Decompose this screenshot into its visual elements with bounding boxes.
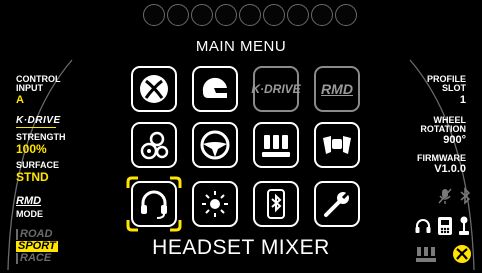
menu-tile-bluetooth[interactable] <box>253 181 299 227</box>
bluetooth-icon <box>267 189 285 219</box>
xbox-icon <box>140 75 168 103</box>
pedals-icon <box>262 135 290 157</box>
kdrive-logo: K·DRIVE <box>16 115 61 126</box>
kdrive-underline <box>16 127 56 128</box>
profile-slot-value: 1 <box>459 94 466 106</box>
menu-tile-steering[interactable] <box>192 122 238 168</box>
control-input-value: A <box>16 94 24 106</box>
menu-tile-xbox[interactable] <box>131 66 177 112</box>
wheel-rotation-label: WHEEL ROTATION <box>420 115 466 134</box>
firmware-label: FIRMWARE <box>417 153 466 163</box>
bluetooth-status-icon <box>460 187 471 205</box>
wheel-rotation-value: 900° <box>443 134 466 146</box>
menu-tile-pedals[interactable] <box>253 122 299 168</box>
strength-value: 100% <box>16 142 47 156</box>
helmet-icon <box>202 77 227 98</box>
headset-icon <box>141 190 167 219</box>
menu-tile-settings[interactable] <box>314 181 360 227</box>
steering-wheel-icon <box>200 130 230 160</box>
rmd-tile-label: RMD <box>321 81 353 97</box>
menu-tile-helmet[interactable] <box>192 66 238 112</box>
menu-tile-headset-selected[interactable] <box>131 181 177 227</box>
menu-tile-rmd[interactable]: RMD <box>314 66 360 112</box>
paddles-icon <box>323 136 351 154</box>
menu-tile-gears[interactable] <box>131 122 177 168</box>
menu-tile-kdrive[interactable]: K·DRIVE <box>251 66 301 112</box>
menu-tile-paddles[interactable] <box>314 122 360 168</box>
strength-label: STRENGTH <box>16 132 66 142</box>
brightness-icon <box>202 191 228 217</box>
mic-off-icon <box>438 188 452 204</box>
menu-tile-brightness[interactable] <box>192 181 238 227</box>
wrench-icon <box>324 189 352 217</box>
surface-label: SURFACE <box>16 160 60 170</box>
headset-status-icon <box>415 219 431 233</box>
profile-slot-label: PROFILE SLOT <box>426 74 466 93</box>
gamepad-device-icon <box>438 217 452 235</box>
kdrive-tile-label: K·DRIVE <box>251 82 301 96</box>
mode-label: MODE <box>16 209 43 219</box>
page-title: MAIN MENU <box>195 38 287 55</box>
rmd-logo: RMD <box>16 195 42 207</box>
shifter-icon <box>459 216 469 235</box>
firmware-value: V1.0.0 <box>434 163 466 175</box>
control-input-label: CONTROL INPUT <box>16 74 61 93</box>
gears-icon <box>140 131 169 160</box>
selected-item-caption: HEADSET MIXER <box>152 236 330 259</box>
surface-value: STND <box>16 170 49 184</box>
